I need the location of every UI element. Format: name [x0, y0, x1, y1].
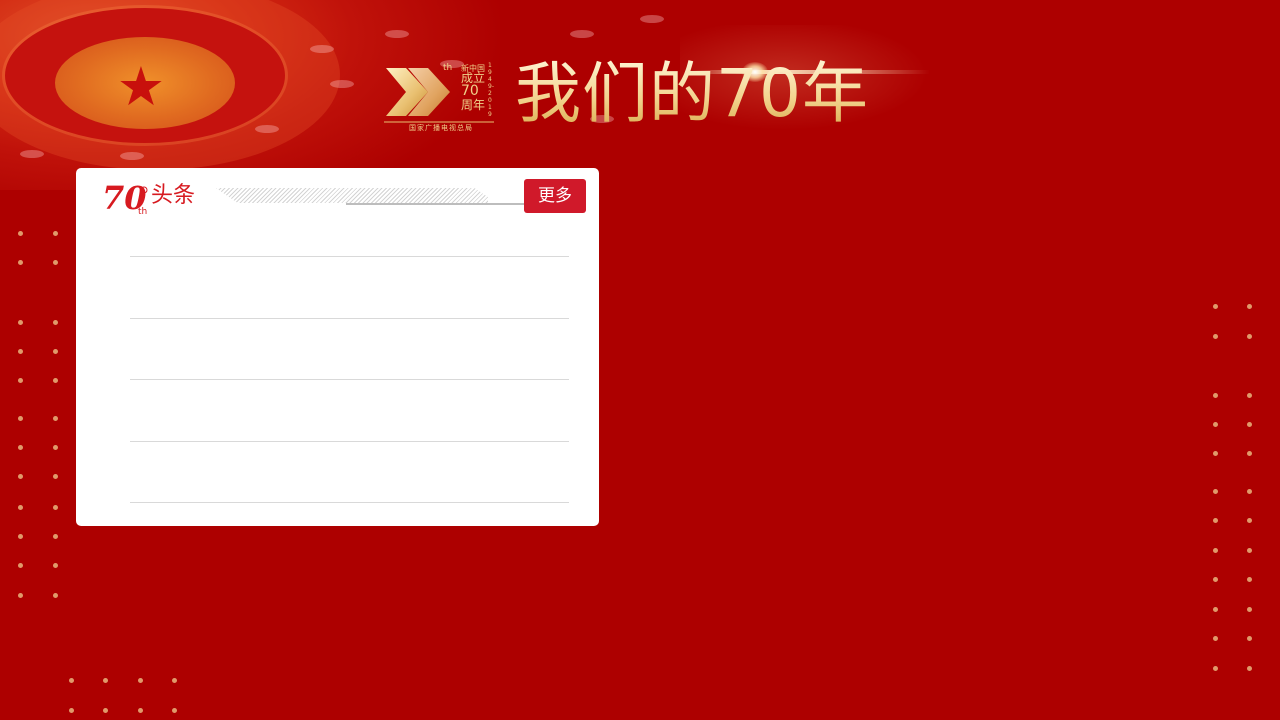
decor-dot [18, 445, 23, 450]
decor-dot [1247, 334, 1252, 339]
decor-dot [18, 534, 23, 539]
decor-dot [1213, 489, 1218, 494]
decor-dot [1247, 607, 1252, 612]
decor-dot [18, 563, 23, 568]
decor-dot [138, 678, 143, 683]
decor-dot [53, 378, 58, 383]
decor-dot [53, 505, 58, 510]
decor-dot [1213, 334, 1218, 339]
decor-dot [53, 534, 58, 539]
decor-dot [1213, 451, 1218, 456]
news-item[interactable] [130, 258, 569, 319]
decor-dot [1213, 304, 1218, 309]
badge-org: 国家广播电视总局 [409, 124, 473, 132]
decor-dot [69, 708, 74, 713]
decor-dot [1213, 518, 1218, 523]
news-item[interactable] [130, 196, 569, 257]
decor-dot [53, 474, 58, 479]
decor-dot [138, 708, 143, 713]
decor-dot [1247, 451, 1252, 456]
decor-dot [53, 231, 58, 236]
decor-dot [18, 505, 23, 510]
decor-dot [1247, 393, 1252, 398]
star-icon: ★ [116, 55, 166, 118]
decor-dot [1247, 422, 1252, 427]
decor-dot [53, 260, 58, 265]
decor-dot [18, 416, 23, 421]
decor-dot [103, 708, 108, 713]
decor-dot [1213, 422, 1218, 427]
decor-dot [1213, 548, 1218, 553]
news-item[interactable] [130, 442, 569, 503]
decor-dot [172, 678, 177, 683]
decor-dot [103, 678, 108, 683]
decor-dot [1247, 636, 1252, 641]
decor-dot [1247, 304, 1252, 309]
news-item[interactable] [130, 319, 569, 380]
news-item[interactable] [130, 381, 569, 442]
decor-dot [53, 320, 58, 325]
decor-dot [1213, 393, 1218, 398]
decor-dot [53, 349, 58, 354]
decor-dot [1247, 489, 1252, 494]
decor-dot [53, 445, 58, 450]
badge-number: 70 [461, 83, 479, 99]
decor-dot [172, 708, 177, 713]
decor-dot [53, 563, 58, 568]
decor-dot [18, 349, 23, 354]
decor-dot [1213, 577, 1218, 582]
decor-dot [69, 678, 74, 683]
page-title: 我们的70年 [515, 55, 869, 132]
decor-dot [1247, 666, 1252, 671]
badge-years: 1949-2019 [488, 62, 494, 118]
headline-panel: 70 th 头条 更多 [76, 168, 599, 526]
badge-line3: 周年 [461, 98, 486, 112]
decor-dot [1213, 607, 1218, 612]
badge-ordinal: th [443, 63, 453, 73]
decor-dot [1247, 577, 1252, 582]
decor-dot [18, 593, 23, 598]
decor-dot [53, 593, 58, 598]
decor-dot [1213, 636, 1218, 641]
decor-dot [18, 474, 23, 479]
decor-dot [53, 416, 58, 421]
decor-dot [18, 378, 23, 383]
decor-dot [1247, 518, 1252, 523]
decor-dot [18, 320, 23, 325]
decor-dot [1247, 548, 1252, 553]
decor-dot [18, 231, 23, 236]
decor-dot [1213, 666, 1218, 671]
decor-dot [18, 260, 23, 265]
